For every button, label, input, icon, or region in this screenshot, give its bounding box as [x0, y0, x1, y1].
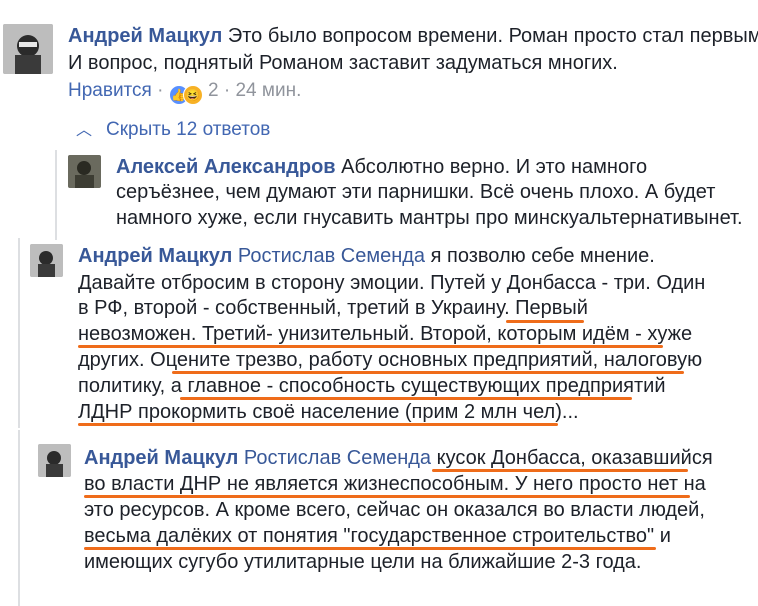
highlight-underline — [78, 423, 558, 426]
reply-text: других. Оцените трезво, работу основных … — [78, 349, 703, 371]
author-name[interactable]: Андрей Мацкул — [78, 245, 232, 267]
highlight-underline — [78, 345, 663, 348]
reaction-count[interactable]: 2 — [208, 80, 219, 101]
author-name[interactable]: Алексей Александров — [116, 156, 336, 178]
avatar-image-icon — [30, 244, 63, 277]
timestamp[interactable]: 24 мин. — [235, 80, 301, 101]
avatar[interactable] — [38, 444, 71, 477]
mention-link[interactable]: Ростислав Семенда — [232, 245, 425, 267]
reply-text: серъёзнее, чем думают эти парнишки. Всё … — [116, 181, 716, 203]
reply-text: ЛДНР прокормить своё население (прим 2 м… — [78, 401, 579, 423]
avatar[interactable] — [3, 24, 53, 74]
avatar-image-icon — [3, 24, 53, 74]
avatar[interactable] — [30, 244, 63, 277]
highlight-underline — [84, 547, 656, 550]
author-name[interactable]: Андрей Мацкул — [84, 447, 238, 469]
haha-reaction-icon[interactable]: 😆 — [182, 85, 203, 105]
avatar-image-icon — [68, 155, 101, 188]
reply-text: Давайте отбросим в сторону эмоции. Путей… — [78, 272, 706, 294]
highlight-underline — [172, 371, 684, 374]
reply-text: весьма далёких от понятия "государственн… — [84, 525, 671, 547]
comment-meta: Нравится · 👍😆 2 · 24 мин. — [68, 79, 301, 105]
reply-text: имеющих сугубо утилитарные цели на ближа… — [84, 551, 642, 573]
chevron-up-icon: ︿ — [76, 122, 93, 139]
avatar-image-icon — [38, 444, 71, 477]
reply-text: политику, а главное - способность сущест… — [78, 375, 666, 397]
reply-text: это ресурсов. А кроме всего, сейчас он о… — [84, 499, 705, 521]
comment-text: Андрей Мацкул Это было вопросом времени.… — [68, 25, 758, 47]
highlight-underline — [84, 495, 690, 498]
highlight-underline — [432, 469, 688, 472]
reply-text: Андрей Мацкул Ростислав Семенда кусок До… — [84, 447, 713, 469]
highlight-underline — [506, 320, 584, 323]
avatar[interactable] — [68, 155, 101, 188]
reply-text: в РФ, второй - собственный, третий в Укр… — [78, 297, 588, 319]
hide-replies-button[interactable]: ︿ Скрыть 12 ответов — [76, 118, 270, 143]
reply-text: Андрей Мацкул Ростислав Семенда я позвол… — [78, 245, 655, 267]
comment-text: И вопрос, поднятый Романом заставит заду… — [68, 52, 618, 74]
like-button[interactable]: Нравится — [68, 80, 152, 101]
thread-line — [55, 150, 57, 240]
reply-text: во власти ДНР не является жизнеспособным… — [84, 473, 706, 495]
thread-line — [18, 430, 20, 606]
author-name[interactable]: Андрей Мацкул — [68, 25, 222, 47]
mention-link[interactable]: Ростислав Семенда — [238, 447, 431, 469]
reply-text: невозможен. Третий- унизительный. Второй… — [78, 323, 693, 345]
reply-text: Алексей Александров Абсолютно верно. И э… — [116, 156, 648, 178]
highlight-underline — [180, 397, 632, 400]
thread-line — [18, 238, 20, 428]
reply-text: намного хуже, если гнусавить мантры про … — [116, 207, 743, 229]
